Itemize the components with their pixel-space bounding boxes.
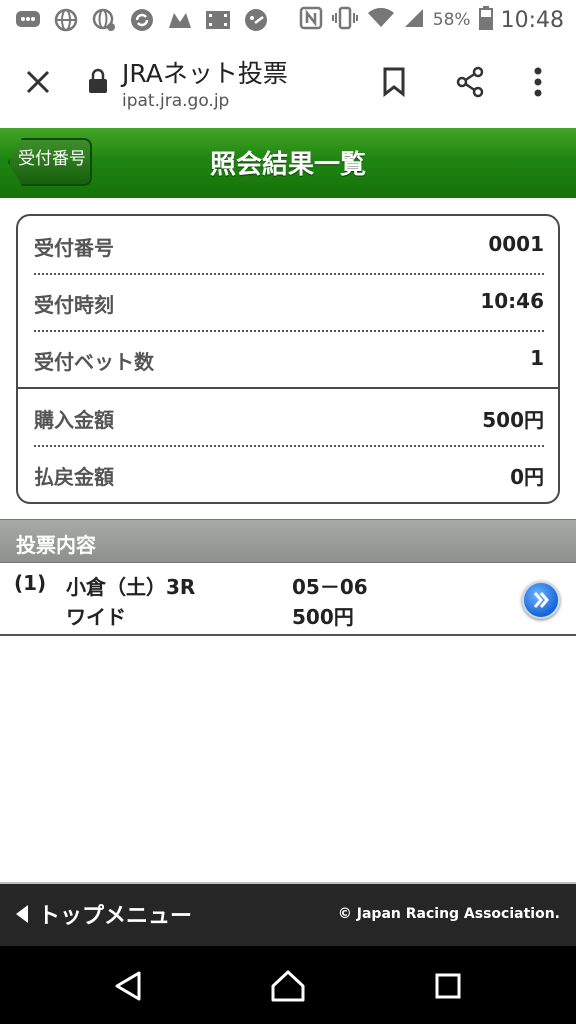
back-triangle-icon <box>115 971 141 1001</box>
info-value: 0001 <box>488 232 544 256</box>
m-app-icon <box>166 6 194 34</box>
header-title: 照会結果一覧 <box>209 150 366 180</box>
chevron-right-icon <box>533 592 549 608</box>
copyright: © Japan Racing Association. <box>337 906 560 922</box>
signal-icon <box>403 7 425 33</box>
wifi-icon <box>367 7 395 33</box>
close-icon <box>26 70 50 94</box>
vote-combination: 05－06 <box>292 575 368 599</box>
vibrate-icon <box>331 6 359 34</box>
more-options-button[interactable] <box>518 62 558 102</box>
sync-icon <box>128 6 156 34</box>
page-title: JRAネット投票 <box>122 59 288 88</box>
info-value: 1 <box>530 346 544 370</box>
vote-race: 小倉（土）3R <box>66 575 196 599</box>
info-row-purchase-amount: 購入金額 500円 <box>34 388 544 445</box>
back-nav-button[interactable] <box>106 964 150 1008</box>
info-value: 0円 <box>510 465 544 489</box>
info-value: 10:46 <box>480 289 544 313</box>
detail-button[interactable] <box>522 581 560 619</box>
info-row-bet-count: 受付ベット数 1 <box>34 330 544 387</box>
film-icon <box>204 6 232 34</box>
triangle-left-icon <box>16 905 28 923</box>
recents-square-icon <box>435 973 461 999</box>
info-label: 受付時刻 <box>34 293 114 317</box>
more-vert-icon <box>534 67 542 97</box>
inquiry-summary: 受付番号 0001 受付時刻 10:46 受付ベット数 1 購入金額 500円 … <box>16 214 560 504</box>
battery-icon <box>478 6 493 34</box>
info-label: 受付ベット数 <box>34 350 154 374</box>
clock: 10:48 <box>500 7 564 33</box>
vote-bet-type: ワイド <box>66 605 126 629</box>
top-menu-label: トップメニュー <box>38 904 193 929</box>
share-button[interactable] <box>450 62 490 102</box>
status-bar: 58% 10:48 <box>0 0 576 40</box>
system-navigation-bar <box>0 946 576 1024</box>
battery-percent: 58% <box>432 10 471 30</box>
info-row-receipt-time: 受付時刻 10:46 <box>34 273 544 330</box>
info-row-payout-amount: 払戻金額 0円 <box>34 445 544 502</box>
bookmark-icon <box>383 67 405 97</box>
vote-amount: 500円 <box>292 605 354 629</box>
footer-bar: トップメニュー © Japan Racing Association. <box>0 882 576 946</box>
bookmark-button[interactable] <box>374 62 414 102</box>
lock-icon <box>88 68 110 98</box>
emoji-icon <box>242 6 270 34</box>
section-title: 投票内容 <box>16 533 96 557</box>
section-header-vote-details: 投票内容 <box>0 519 576 563</box>
info-row-receipt-number: 受付番号 0001 <box>34 216 544 273</box>
info-label: 受付番号 <box>34 236 114 260</box>
page-header: 受付番号 照会結果一覧 <box>0 128 576 198</box>
system-icons: 58% 10:48 <box>299 0 564 40</box>
close-tab-button[interactable] <box>20 64 56 100</box>
info-value: 500円 <box>482 408 544 432</box>
info-label: 払戻金額 <box>34 465 114 489</box>
globe-settings-icon <box>90 6 118 34</box>
browser-toolbar: JRAネット投票 ipat.jra.go.jp <box>0 40 576 128</box>
globe-icon <box>52 6 80 34</box>
info-label: 購入金額 <box>34 408 114 432</box>
home-icon <box>271 970 305 1002</box>
messaging-icon <box>14 6 42 34</box>
vote-list-item[interactable]: (1) 小倉（土）3R ワイド 05－06 500円 <box>0 563 576 636</box>
nfc-icon <box>299 6 323 34</box>
page-url[interactable]: ipat.jra.go.jp <box>122 91 229 111</box>
home-nav-button[interactable] <box>266 964 310 1008</box>
vote-number: (1) <box>14 571 47 595</box>
notification-icons <box>14 6 270 34</box>
recents-nav-button[interactable] <box>426 964 470 1008</box>
share-icon <box>456 66 484 98</box>
top-menu-link[interactable]: トップメニュー <box>14 898 192 930</box>
